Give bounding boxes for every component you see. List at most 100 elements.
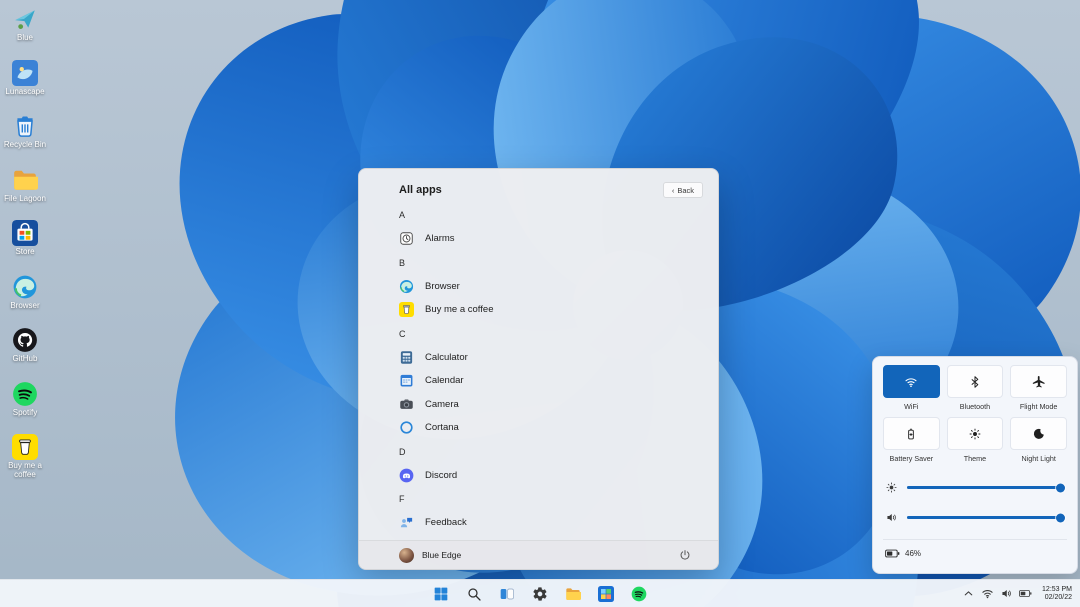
app-item[interactable]: Calculator (399, 346, 718, 370)
task-view-button[interactable] (495, 583, 519, 605)
store-tile-icon (598, 586, 614, 602)
battery-saver-icon (904, 427, 918, 441)
quick-toggle-label: Bluetooth (960, 402, 990, 411)
back-button[interactable]: ‹ Back (663, 182, 703, 198)
desktop-icon-store[interactable]: Store (2, 220, 48, 274)
store-button[interactable] (594, 583, 618, 605)
file-explorer-button[interactable] (561, 583, 585, 605)
coffee-icon (12, 434, 38, 460)
tray-battery[interactable] (1019, 587, 1032, 600)
chevron-left-icon: ‹ (672, 186, 675, 195)
clock-time: 12:53 PM (1042, 586, 1072, 594)
quick-toggle-button[interactable] (947, 417, 1004, 450)
app-item-label: Browser (425, 281, 460, 292)
cortana-icon (399, 420, 414, 435)
start-menu-footer: Blue Edge (359, 540, 718, 569)
user-avatar (399, 548, 414, 563)
wifi-icon (904, 375, 918, 389)
battery-percent: 46% (905, 549, 921, 558)
app-item-label: Cortana (425, 422, 459, 433)
calendar-icon (399, 373, 414, 388)
store-icon (12, 220, 38, 246)
taskbar: 12:53 PM 02/20/22 (0, 579, 1080, 607)
system-tray: 12:53 PM 02/20/22 (962, 580, 1076, 607)
app-item[interactable]: Camera (399, 393, 718, 417)
app-item[interactable]: Buy me a coffee (399, 298, 718, 322)
desktop-icon-spotify[interactable]: Spotify (2, 381, 48, 435)
tray-volume[interactable] (1000, 587, 1013, 600)
quick-toggle-button[interactable] (883, 365, 940, 398)
slider-thumb[interactable] (1056, 513, 1065, 522)
app-section-letter[interactable]: B (399, 251, 718, 275)
app-item[interactable]: Browser (399, 275, 718, 299)
desktop-icon-coffee[interactable]: Buy me a coffee (2, 434, 48, 488)
spotify-icon (12, 381, 38, 407)
desktop-icon-file-lagoon[interactable]: File Lagoon (2, 167, 48, 221)
paper-plane-icon (12, 6, 38, 32)
tray-wifi[interactable] (981, 587, 994, 600)
slider-fill (907, 486, 1060, 489)
settings-button[interactable] (528, 583, 552, 605)
quick-settings-panel: WiFi Bluetooth Flight Mode Batte (872, 356, 1078, 574)
clock-date: 02/20/22 (1045, 594, 1072, 602)
theme-icon (968, 427, 982, 441)
slider-track[interactable] (907, 516, 1065, 519)
search-button[interactable] (462, 583, 486, 605)
desktop-icon-recycle-bin[interactable]: Recycle Bin (2, 113, 48, 167)
desktop-icon-browser[interactable]: Browser (2, 274, 48, 328)
desktop-icon-grid: Blue Lunascape Recycle Bin File Lagoon S… (2, 6, 48, 488)
spotify-icon (631, 586, 647, 602)
app-item-label: Calculator (425, 352, 468, 363)
start-button[interactable] (429, 583, 453, 605)
desktop-icon-blue[interactable]: Blue (2, 6, 48, 60)
windows-icon (433, 586, 449, 602)
desktop-icon-label: GitHub (13, 355, 38, 364)
airplane-icon (1032, 375, 1046, 389)
quick-toggle-button[interactable] (1010, 365, 1067, 398)
taskbar-clock[interactable]: 12:53 PM 02/20/22 (1038, 586, 1076, 602)
app-item[interactable]: Calendar (399, 369, 718, 393)
wifi-toggle: WiFi (883, 365, 940, 411)
app-section-letter[interactable]: D (399, 440, 718, 464)
all-apps-header: All apps ‹ Back (359, 169, 718, 201)
quick-toggle-label: Night Light (1021, 454, 1055, 463)
desktop-icon-label: Blue (17, 34, 33, 43)
spotify-button[interactable] (627, 583, 651, 605)
slider-thumb[interactable] (1056, 483, 1065, 492)
app-section-letter[interactable]: C (399, 322, 718, 346)
power-button[interactable] (678, 548, 692, 562)
app-item[interactable]: Feedback (399, 511, 718, 535)
quick-toggles-grid: WiFi Bluetooth Flight Mode Batte (883, 365, 1067, 469)
bluetooth-toggle: Bluetooth (947, 365, 1004, 411)
user-name: Blue Edge (422, 550, 461, 560)
slider-fill (907, 516, 1060, 519)
bluetooth-icon (968, 375, 982, 389)
app-section-letter[interactable]: F (399, 487, 718, 511)
app-item-label: Feedback (425, 517, 467, 528)
user-account[interactable]: Blue Edge (399, 548, 461, 563)
app-item[interactable]: Discord (399, 464, 718, 488)
quick-toggle-label: Theme (964, 454, 986, 463)
recycle-bin-icon (12, 113, 38, 139)
sliders (883, 473, 1067, 524)
slider-track[interactable] (907, 486, 1065, 489)
app-item[interactable]: Alarms (399, 227, 718, 251)
app-item-label: Alarms (425, 233, 455, 244)
quick-toggle-button[interactable] (947, 365, 1004, 398)
tray-chevron[interactable] (962, 587, 975, 600)
quick-settings-footer: 46% (883, 539, 1067, 559)
app-item-label: Camera (425, 399, 459, 410)
quick-toggle-button[interactable] (883, 417, 940, 450)
volume-slider (885, 511, 1065, 524)
app-section-letter[interactable]: A (399, 203, 718, 227)
quick-toggle-button[interactable] (1010, 417, 1067, 450)
desktop-icon-label: File Lagoon (4, 195, 46, 204)
app-item[interactable]: Cortana (399, 416, 718, 440)
desktop-icon-github[interactable]: GitHub (2, 327, 48, 381)
coffee-icon (399, 302, 414, 317)
back-button-label: Back (677, 186, 694, 195)
theme-toggle: Theme (947, 417, 1004, 463)
lunascape-icon (12, 60, 38, 86)
desktop-icon-label: Recycle Bin (4, 141, 46, 150)
desktop-icon-lunascape[interactable]: Lunascape (2, 60, 48, 114)
